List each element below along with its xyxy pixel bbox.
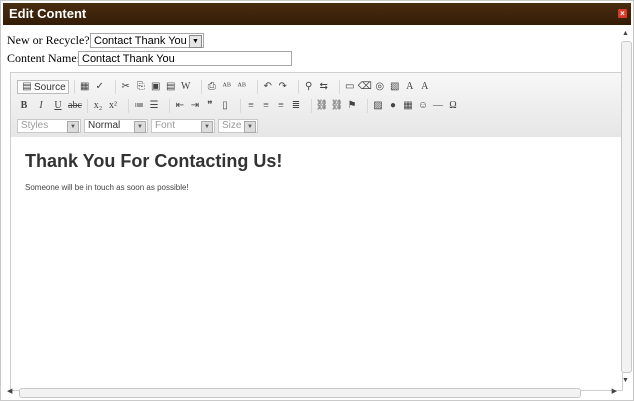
- toolbar-group-insert: ▨ ● ▦ ☺ ― Ω: [367, 99, 463, 113]
- bullet-list-icon[interactable]: ☰: [147, 99, 161, 113]
- spellcheck-dropdown-icon[interactable]: ᴬᴮ: [235, 80, 249, 94]
- toolbar-group-indent: ⇤ ⇥ ❞ ▯: [169, 99, 235, 113]
- numbered-list-icon[interactable]: ≔: [132, 99, 146, 113]
- content-paragraph: Someone will be in touch as soon as poss…: [25, 183, 189, 192]
- check-icon[interactable]: ✓: [93, 80, 107, 94]
- scroll-right-icon[interactable]: ▶: [612, 387, 617, 395]
- cut-icon[interactable]: ✂: [119, 80, 133, 94]
- unlink-icon[interactable]: ⛓: [330, 99, 344, 113]
- flash-icon[interactable]: ●: [386, 99, 400, 113]
- font-dropdown-icon[interactable]: ▼: [201, 121, 213, 133]
- toolbar-group-script: x₂ x²: [87, 99, 123, 113]
- size-combo[interactable]: Size ▼: [218, 119, 258, 133]
- align-left-icon[interactable]: ≡: [244, 99, 258, 113]
- undo-icon[interactable]: ↶: [261, 80, 275, 94]
- size-dropdown-icon[interactable]: ▼: [244, 121, 256, 133]
- replace-icon[interactable]: ⇆: [317, 80, 331, 94]
- subscript-icon[interactable]: x₂: [91, 99, 105, 113]
- toolbar-row-1: ▤ Source ▦ ✓ ✂ ⎘ ▣ ▤ W ⎙ ᴬᴮ ᴬᴮ ↶ ↷ ⚲ ⇆ ▭…: [17, 79, 435, 95]
- horizontal-scroll-thumb[interactable]: [19, 388, 581, 398]
- horizontal-rule-icon[interactable]: ―: [431, 99, 445, 113]
- copy-icon[interactable]: ⎘: [134, 80, 148, 94]
- anchor-icon[interactable]: ⚑: [345, 99, 359, 113]
- blockquote-icon[interactable]: ❞: [203, 99, 217, 113]
- special-char-icon[interactable]: Ω: [446, 99, 460, 113]
- vertical-scroll-thumb[interactable]: [621, 41, 632, 373]
- spellcheck-icon[interactable]: ᴬᴮ: [220, 80, 234, 94]
- styles-combo-label: Styles: [21, 120, 49, 131]
- insert-image-icon[interactable]: ▨: [371, 99, 385, 113]
- table-icon[interactable]: ▦: [401, 99, 415, 113]
- scroll-down-icon[interactable]: ▼: [620, 376, 631, 387]
- scroll-left-icon[interactable]: ◀: [7, 387, 12, 395]
- text-color-icon[interactable]: A: [403, 80, 417, 94]
- size-combo-label: Size: [222, 120, 242, 131]
- styles-combo[interactable]: Styles ▼: [17, 119, 81, 133]
- outdent-icon[interactable]: ⇤: [173, 99, 187, 113]
- vertical-scrollbar[interactable]: ▲ ▼: [620, 29, 632, 387]
- toolbar-group-find: ⚲ ⇆: [297, 80, 334, 94]
- format-dropdown-icon[interactable]: ▼: [134, 121, 146, 133]
- link-icon[interactable]: ⛓: [315, 99, 329, 113]
- font-combo-label: Font: [155, 120, 176, 131]
- edit-content-dialog: Edit Content × New or Recycle?: Contact …: [0, 0, 634, 401]
- editor-toolbar: ▤ Source ▦ ✓ ✂ ⎘ ▣ ▤ W ⎙ ᴬᴮ ᴬᴮ ↶ ↷ ⚲ ⇆ ▭…: [11, 73, 622, 138]
- recycle-select[interactable]: Contact Thank You ▼: [90, 33, 204, 48]
- print-icon[interactable]: ⎙: [205, 80, 219, 94]
- strikethrough-icon[interactable]: abc: [68, 99, 82, 113]
- source-label: Source: [34, 81, 66, 93]
- close-icon[interactable]: ×: [618, 9, 627, 18]
- image-icon[interactable]: ▧: [388, 80, 402, 94]
- globe-icon[interactable]: ◎: [373, 80, 387, 94]
- styles-dropdown-icon[interactable]: ▼: [67, 121, 79, 133]
- toolbar-group-links: ⛓ ⛓ ⚑: [311, 99, 362, 113]
- source-button[interactable]: ▤ Source: [17, 80, 69, 94]
- align-right-icon[interactable]: ≡: [274, 99, 288, 113]
- font-combo[interactable]: Font ▼: [151, 119, 215, 133]
- editor-content-area[interactable]: Thank You For Contacting Us! Someone wil…: [11, 137, 622, 390]
- superscript-icon[interactable]: x²: [106, 99, 120, 113]
- content-name-label: Content Name:: [7, 51, 80, 65]
- italic-icon[interactable]: I: [34, 99, 48, 113]
- select-all-icon[interactable]: ▭: [343, 80, 357, 94]
- toolbar-group-templates: ▦ ✓: [73, 80, 110, 94]
- paste-icon[interactable]: ▣: [149, 80, 163, 94]
- div-icon[interactable]: ▯: [218, 99, 232, 113]
- paste-text-icon[interactable]: ▤: [164, 80, 178, 94]
- align-center-icon[interactable]: ≡: [259, 99, 273, 113]
- format-combo[interactable]: Normal ▼: [84, 119, 148, 133]
- templates-icon[interactable]: ▦: [78, 80, 92, 94]
- bold-icon[interactable]: B: [17, 99, 31, 113]
- dialog-titlebar[interactable]: Edit Content ×: [3, 3, 631, 25]
- find-icon[interactable]: ⚲: [302, 80, 316, 94]
- bg-color-icon[interactable]: A: [418, 80, 432, 94]
- toolbar-group-lists: ≔ ☰: [128, 99, 164, 113]
- rich-text-editor: ▤ Source ▦ ✓ ✂ ⎘ ▣ ▤ W ⎙ ᴬᴮ ᴬᴮ ↶ ↷ ⚲ ⇆ ▭…: [10, 72, 623, 391]
- toolbar-group-clipboard: ✂ ⎘ ▣ ▤ W: [114, 80, 196, 94]
- toolbar-row-3: Styles ▼ Normal ▼ Font ▼ Size ▼: [17, 118, 258, 134]
- redo-icon[interactable]: ↷: [276, 80, 290, 94]
- toolbar-row-2: B I U abc x₂ x² ≔ ☰ ⇤ ⇥ ❞ ▯ ≡ ≡ ≡ ≣ ⛓ ⛓ …: [17, 98, 463, 114]
- recycle-select-value: Contact Thank You: [94, 35, 187, 47]
- toolbar-group-print: ⎙ ᴬᴮ ᴬᴮ: [200, 80, 252, 94]
- toolbar-group-undo: ↶ ↷: [256, 80, 293, 94]
- content-heading: Thank You For Contacting Us!: [25, 151, 283, 171]
- content-name-input[interactable]: Contact Thank You: [78, 51, 292, 66]
- source-icon: ▤: [22, 81, 32, 92]
- dialog-title: Edit Content: [9, 6, 87, 21]
- align-justify-icon[interactable]: ≣: [289, 99, 303, 113]
- toolbar-group-select: ▭ ⌫ ◎ ▧ A A: [338, 80, 435, 94]
- paste-word-icon[interactable]: W: [179, 80, 193, 94]
- horizontal-scrollbar[interactable]: ◀ ▶: [7, 387, 617, 398]
- underline-icon[interactable]: U: [51, 99, 65, 113]
- format-combo-label: Normal: [88, 120, 121, 131]
- scroll-up-icon[interactable]: ▲: [620, 29, 631, 40]
- recycle-label: New or Recycle?:: [7, 33, 93, 47]
- dropdown-arrow-icon[interactable]: ▼: [189, 35, 202, 48]
- indent-icon[interactable]: ⇥: [188, 99, 202, 113]
- toolbar-group-align: ≡ ≡ ≡ ≣: [240, 99, 306, 113]
- smiley-icon[interactable]: ☺: [416, 99, 430, 113]
- remove-format-icon[interactable]: ⌫: [358, 80, 372, 94]
